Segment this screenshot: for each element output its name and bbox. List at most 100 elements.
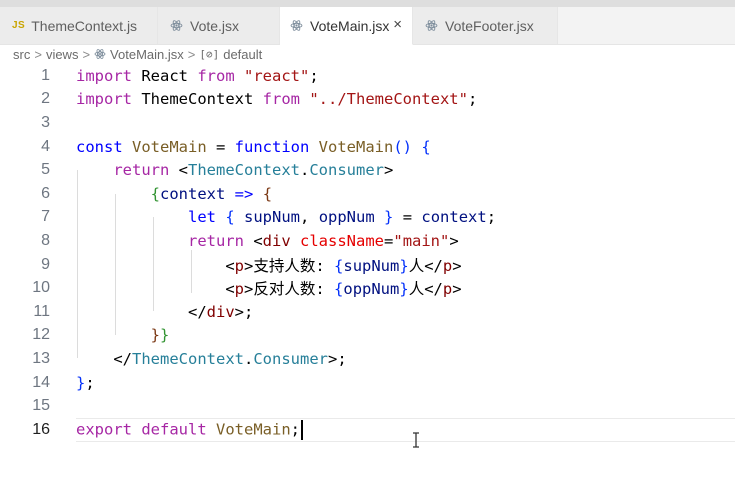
code-line[interactable]: 4 const VoteMain = function VoteMain() { <box>0 135 735 159</box>
code-text: const VoteMain = function VoteMain() { <box>76 138 431 156</box>
code-token: 人 <box>408 280 425 299</box>
breadcrumb-item-symbol[interactable]: default <box>223 47 262 62</box>
code-token: const <box>76 137 123 156</box>
tab-themecontext-js[interactable]: JS ThemeContext.js <box>0 7 158 44</box>
code-token: ThemeContext <box>188 161 300 180</box>
code-token: </ <box>187 302 207 321</box>
code-text: import ThemeContext from "../ThemeContex… <box>76 90 477 108</box>
tab-votefooter-jsx[interactable]: VoteFooter.jsx <box>413 7 558 44</box>
tab-vote-jsx[interactable]: Vote.jsx <box>158 7 280 44</box>
code-token: from <box>197 66 235 85</box>
symbol-variable-icon: [⊘] <box>199 47 220 61</box>
code-token: >; <box>234 302 254 321</box>
code-token: } <box>160 326 170 345</box>
code-line[interactable]: 1 import React from "react"; <box>0 64 735 88</box>
code-line[interactable]: 3 <box>0 111 735 135</box>
react-icon <box>290 19 303 32</box>
code-line[interactable]: 2 import ThemeContext from "../ThemeConte… <box>0 88 735 112</box>
code-token: 人 <box>408 256 425 275</box>
tab-label: VoteMain.jsx <box>310 17 390 34</box>
code-token: () <box>393 137 412 156</box>
line-number: 10 <box>32 279 50 297</box>
code-token: Consumer <box>309 161 384 180</box>
code-text: {context => { <box>76 185 272 203</box>
code-token: Consumer <box>253 349 328 368</box>
breadcrumb-item-src[interactable]: src <box>13 47 30 62</box>
code-token: "../ThemeContext" <box>309 90 468 109</box>
code-token: > <box>452 256 462 275</box>
code-token: from <box>262 90 300 109</box>
react-icon <box>425 19 438 32</box>
tab-label: VoteFooter.jsx <box>445 17 534 34</box>
code-token: return <box>187 231 244 250</box>
code-text: <p>反对人数: {oppNum}人</p> <box>76 277 461 299</box>
line-number: 13 <box>32 349 50 367</box>
code-line[interactable]: 12 }} <box>0 324 735 348</box>
code-token: { <box>421 137 431 156</box>
code-token: className <box>300 231 385 250</box>
code-line[interactable]: 15 <box>0 394 735 418</box>
code-token: } <box>150 326 160 345</box>
code-token: </ <box>113 349 132 368</box>
code-token: > <box>244 256 254 275</box>
code-token: "react" <box>244 66 310 85</box>
line-number: 1 <box>41 66 50 84</box>
code-line[interactable]: 6 {context => { <box>0 182 735 206</box>
code-text: return <ThemeContext.Consumer> <box>76 161 393 179</box>
code-token: { <box>262 184 273 203</box>
code-token: import <box>76 90 132 109</box>
code-token: div <box>206 302 235 321</box>
code-token: VoteMain <box>216 420 291 439</box>
code-token: ThemeContext <box>132 349 244 368</box>
code-line[interactable]: 9 <p>支持人数: {supNum}人</p> <box>0 253 735 277</box>
line-number: 8 <box>41 231 50 249</box>
code-token: < <box>178 161 189 180</box>
code-token: < <box>225 256 235 275</box>
code-text: return <div className="main"> <box>76 232 459 250</box>
code-token: </ <box>424 256 443 275</box>
code-line[interactable]: 13 </ThemeContext.Consumer>; <box>0 347 735 371</box>
code-token: context <box>421 208 487 227</box>
tab-votemain-jsx[interactable]: VoteMain.jsx × <box>280 7 413 45</box>
code-line[interactable]: 10 <p>反对人数: {oppNum}人</p> <box>0 276 735 300</box>
code-token: import <box>76 66 132 85</box>
code-token: ; <box>486 208 497 227</box>
chevron-right-icon: > <box>82 46 91 62</box>
tab-label: ThemeContext.js <box>31 17 138 34</box>
code-line[interactable]: 8 return <div className="main"> <box>0 229 735 253</box>
code-line[interactable]: 11 </div>; <box>0 300 735 324</box>
line-number: 16 <box>32 420 50 438</box>
code-editor[interactable]: 1 import React from "react"; 2 import Theme… <box>0 64 735 503</box>
code-text: <p>支持人数: {supNum}人</p> <box>76 254 462 276</box>
code-token: { <box>334 256 344 275</box>
code-line[interactable]: 7 let { supNum, oppNum } = context; <box>0 206 735 230</box>
code-token: p <box>234 280 244 299</box>
close-tab-icon[interactable]: × <box>393 16 402 33</box>
code-line[interactable]: 5 return <ThemeContext.Consumer> <box>0 158 735 182</box>
code-line[interactable]: 14}; <box>0 371 735 395</box>
breadcrumb-item-views[interactable]: views <box>46 47 79 62</box>
breadcrumb: src > views > VoteMain.jsx > [⊘] default <box>13 45 262 63</box>
breadcrumb-item-file[interactable]: VoteMain.jsx <box>110 47 184 62</box>
code-token: < <box>253 231 263 250</box>
line-number: 15 <box>32 397 50 415</box>
code-token: , <box>300 208 319 227</box>
code-line[interactable]: 16 export default VoteMain; <box>0 418 735 442</box>
code-token: let <box>187 208 216 227</box>
code-token: ; <box>467 90 478 109</box>
code-token: 反对人数: <box>253 280 335 299</box>
code-token: ; <box>290 420 301 439</box>
text-caret <box>301 419 304 440</box>
